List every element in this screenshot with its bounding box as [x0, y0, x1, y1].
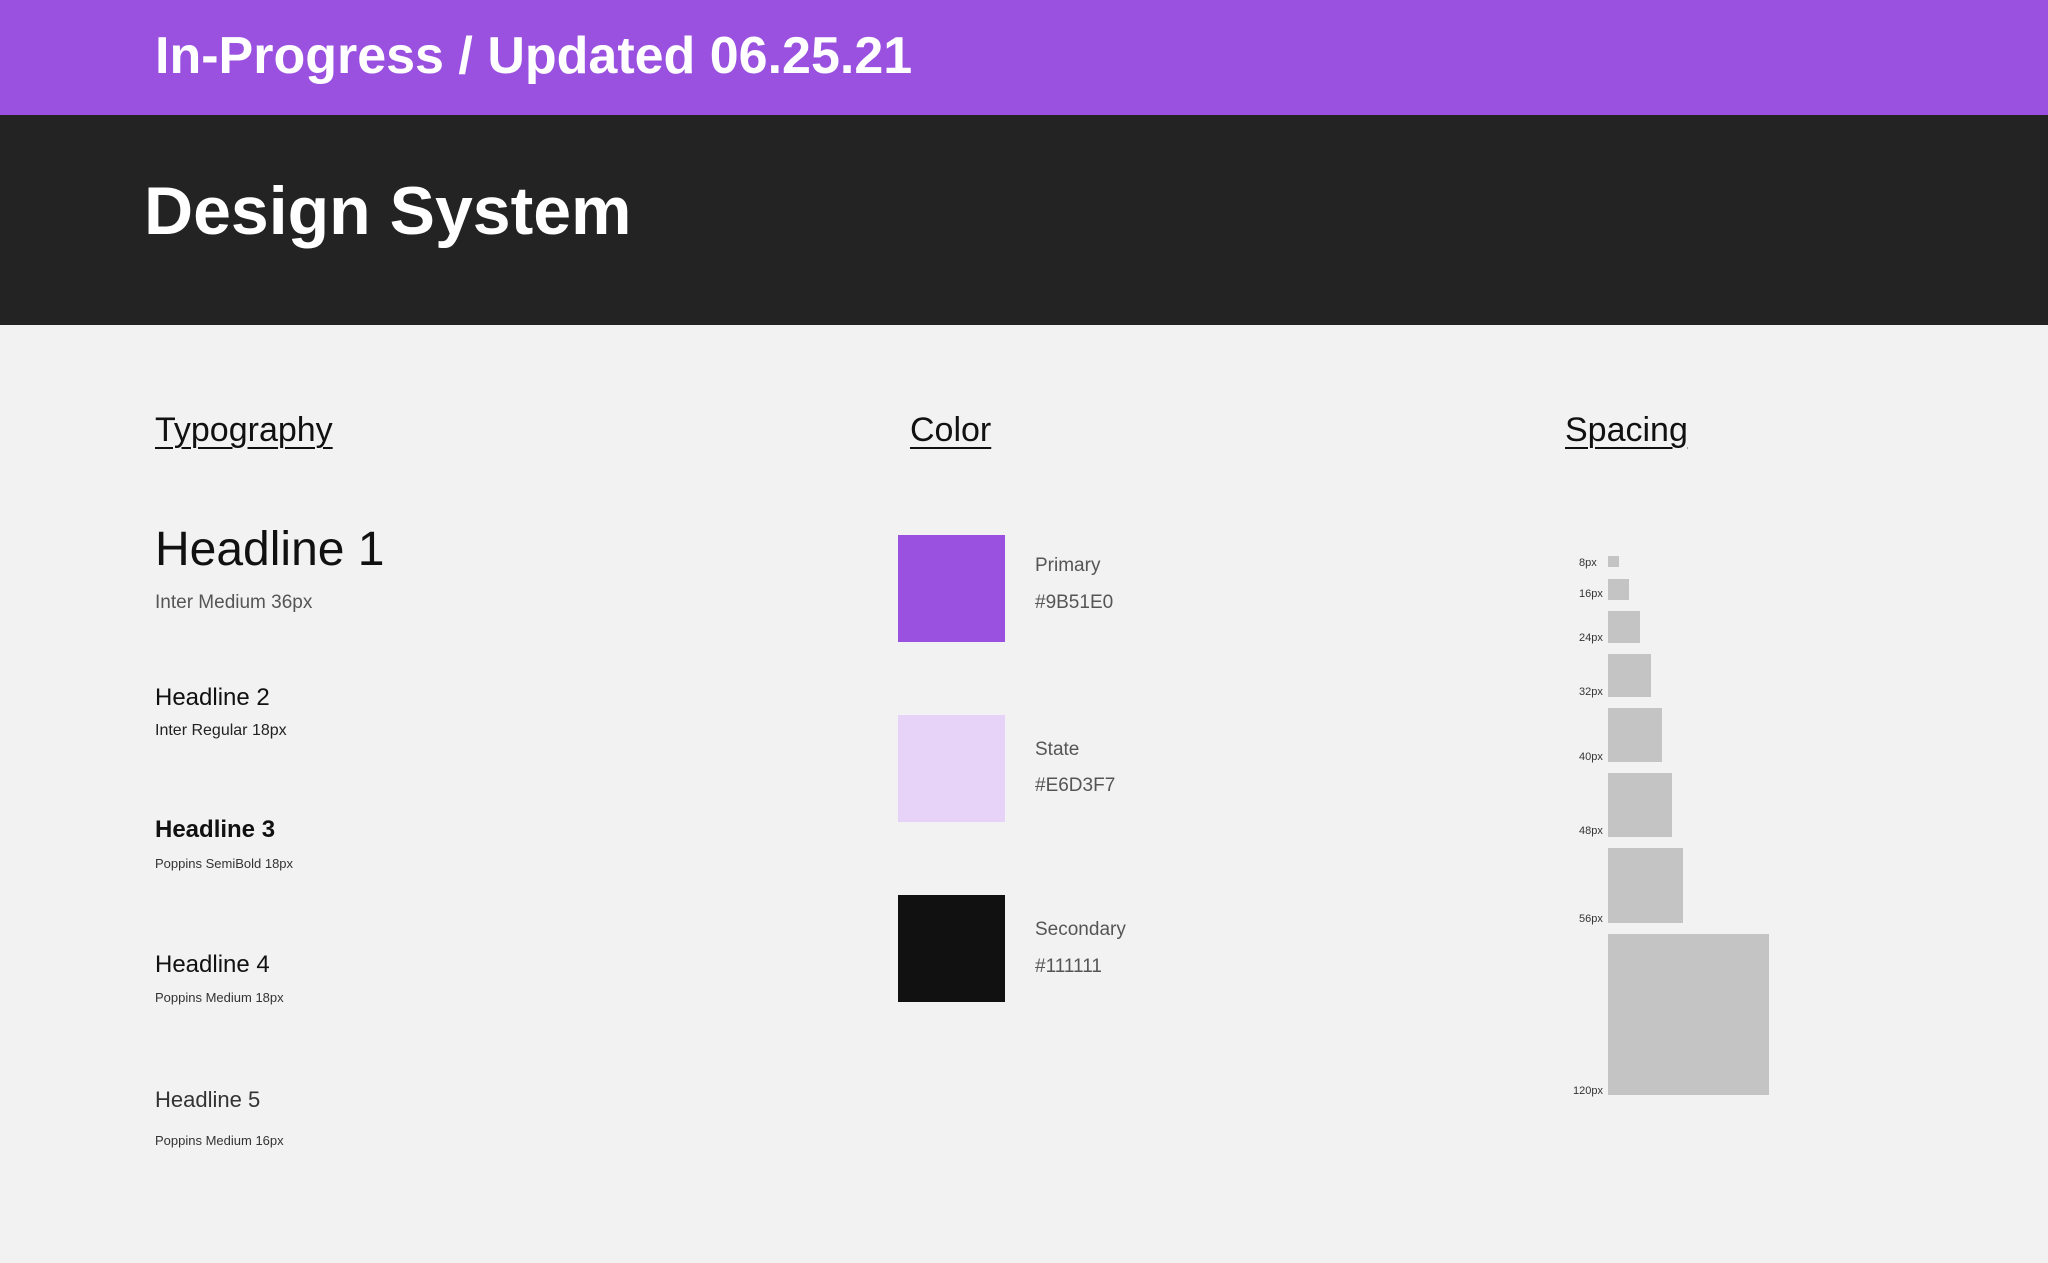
status-banner: In-Progress / Updated 06.25.21 [0, 0, 2048, 115]
typography-heading: Typography [155, 411, 333, 449]
spacing-label-40: 40px [1579, 751, 1603, 763]
hero-header: Design System [0, 115, 2048, 325]
color-heading: Color [910, 411, 992, 449]
typography-spec-headline-1: Inter Medium 36px [155, 592, 313, 613]
spacing-label-24: 24px [1579, 632, 1603, 644]
color-label-secondary: Secondary [1035, 919, 1126, 940]
color-label-state: State [1035, 739, 1080, 760]
color-hex-secondary: #111111 [1035, 956, 1102, 977]
typography-sample-headline-5: Headline 5 [155, 1087, 261, 1112]
spacing-box-40 [1608, 708, 1662, 762]
spacing-label-48: 48px [1579, 825, 1603, 837]
spacing-label-56: 56px [1579, 913, 1603, 925]
color-label-primary: Primary [1035, 555, 1101, 576]
typography-spec-headline-3: Poppins SemiBold 18px [155, 856, 294, 871]
typography-spec-headline-4: Poppins Medium 18px [155, 990, 284, 1005]
status-text: In-Progress / Updated 06.25.21 [155, 27, 913, 85]
color-swatch-state [898, 715, 1005, 822]
typography-spec-headline-5: Poppins Medium 16px [155, 1133, 284, 1148]
spacing-label-8: 8px [1579, 557, 1597, 569]
typography-spec-headline-2: Inter Regular 18px [155, 722, 287, 739]
spacing-box-8 [1608, 556, 1619, 567]
color-swatch-primary [898, 535, 1005, 642]
color-hex-state: #E6D3F7 [1035, 775, 1116, 796]
typography-sample-headline-3: Headline 3 [155, 816, 276, 843]
page-title: Design System [144, 173, 632, 249]
spacing-heading: Spacing [1565, 411, 1688, 449]
color-hex-primary: #9B51E0 [1035, 592, 1114, 613]
spacing-box-16 [1608, 579, 1629, 600]
spacing-box-48 [1608, 773, 1672, 837]
spacing-box-56 [1608, 848, 1683, 923]
spacing-box-32 [1608, 654, 1651, 697]
typography-sample-headline-1: Headline 1 [155, 523, 385, 576]
spacing-box-120 [1608, 934, 1769, 1095]
spacing-label-32: 32px [1579, 686, 1603, 698]
spacing-label-16: 16px [1579, 588, 1603, 600]
spacing-box-24 [1608, 611, 1640, 643]
spacing-label-120: 120px [1573, 1085, 1603, 1097]
typography-sample-headline-2: Headline 2 [155, 684, 270, 711]
color-swatch-secondary [898, 895, 1005, 1002]
typography-sample-headline-4: Headline 4 [155, 951, 270, 978]
